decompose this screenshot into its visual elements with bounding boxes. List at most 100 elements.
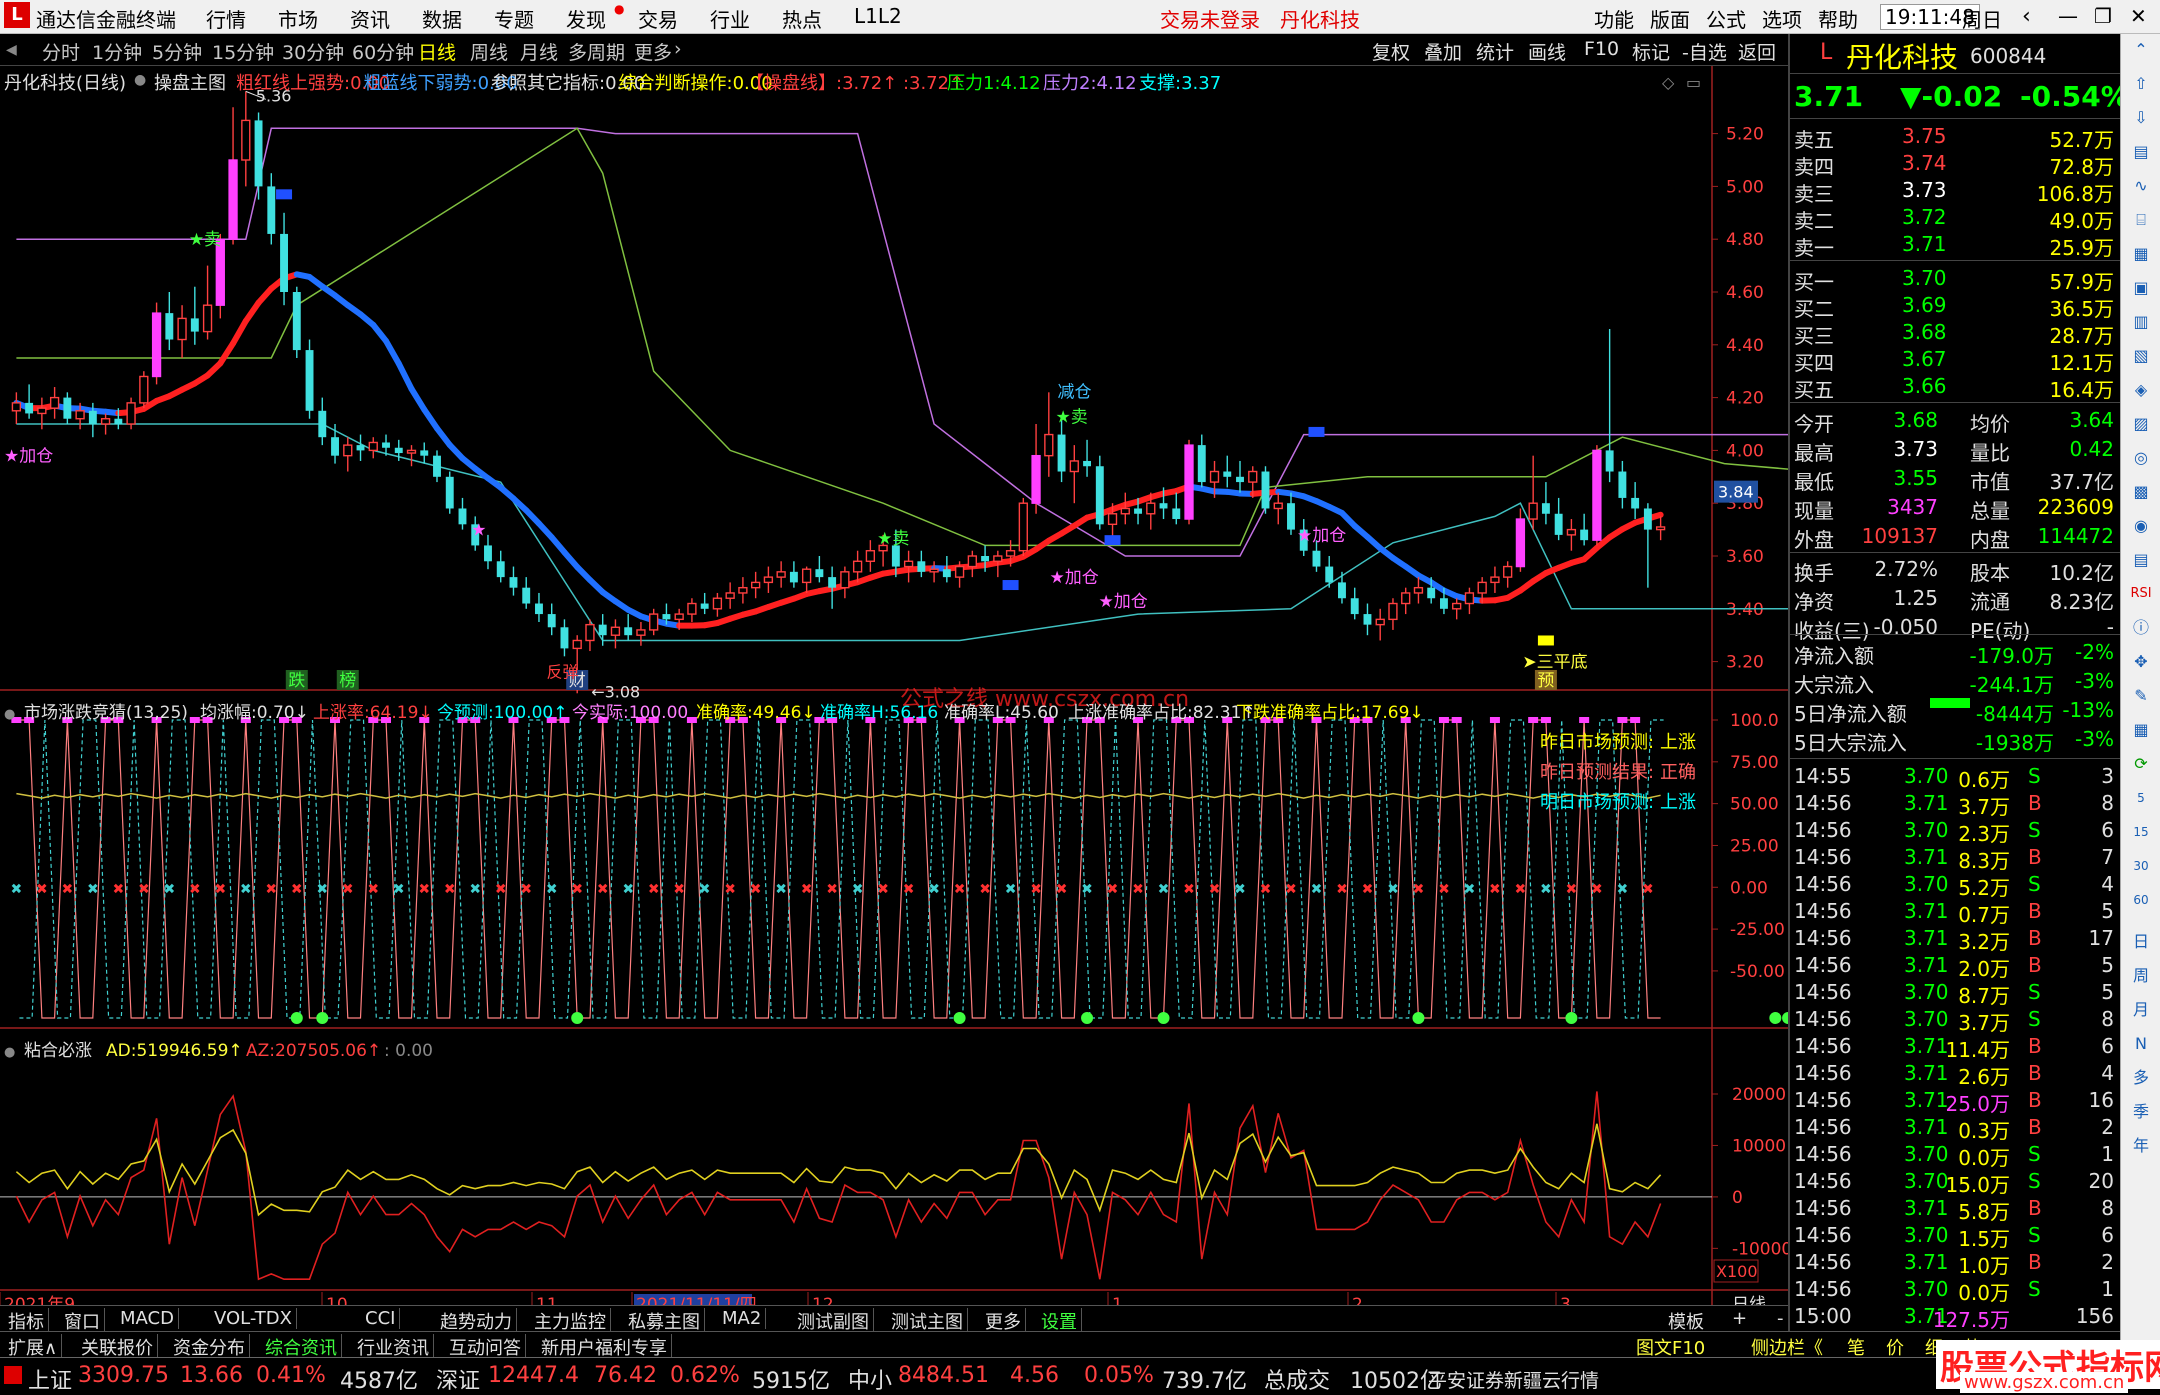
tick-row[interactable]: 14:56 3.70 8.7万 S 5 — [1790, 980, 2120, 1008]
collapse-icon[interactable]: ◀ — [6, 42, 17, 58]
bid-row[interactable]: 买三 3.68 28.7万 — [1790, 320, 2120, 348]
ask-row[interactable]: 卖二 3.72 49.0万 — [1790, 205, 2120, 233]
indicator-tab[interactable]: VOL-TDX — [210, 1308, 297, 1329]
zx-label[interactable]: 中小 — [848, 1363, 892, 1395]
period-tab[interactable]: 1分钟 — [92, 38, 142, 65]
ask-row[interactable]: 卖五 3.75 52.7万 — [1790, 124, 2120, 152]
compare-icon[interactable]: ▩ — [2129, 480, 2153, 504]
menu-news[interactable]: 资讯 — [350, 4, 390, 33]
template-btn[interactable]: - — [1777, 1308, 1784, 1329]
toolbar-btn[interactable]: -自选 — [1682, 38, 1727, 65]
period-year-btn[interactable]: 年 — [2129, 1134, 2153, 1158]
tick-detail-icon[interactable]: ▦ — [2129, 242, 2153, 266]
ranking-icon[interactable]: ▤ — [2129, 548, 2153, 572]
tick-row[interactable]: 14:56 3.71 0.7万 B 5 — [1790, 899, 2120, 927]
main-indicator-name[interactable]: 操盘主图 — [154, 69, 226, 95]
flow-row[interactable]: 大宗流入 -244.1万 -3% — [1790, 669, 2120, 697]
stat-row[interactable]: 最低 3.55 市值 37.7亿 — [1790, 466, 2120, 494]
fund-icon[interactable]: ◎ — [2129, 446, 2153, 470]
tick-row[interactable]: 14:56 3.71 2.6万 B 4 — [1790, 1061, 2120, 1089]
period-tab[interactable]: 周线 — [470, 38, 508, 65]
toolbar-btn[interactable]: F10 — [1584, 38, 1619, 60]
toolbar-btn[interactable]: 画线 — [1528, 38, 1566, 65]
minimize-icon[interactable]: — — [2058, 4, 2078, 28]
stats-icon[interactable]: ▦ — [2129, 718, 2153, 742]
ask-row[interactable]: 卖三 3.73 106.8万 — [1790, 178, 2120, 206]
move-icon[interactable]: ✥ — [2129, 650, 2153, 674]
period-tab[interactable]: 分时 — [42, 38, 80, 65]
collapse-up-icon[interactable]: ⌃ — [2129, 38, 2153, 62]
tick-row[interactable]: 14:56 3.71 11.4万 B 6 — [1790, 1034, 2120, 1062]
period-tab-more[interactable]: 更多 — [634, 38, 672, 65]
period-tab-active[interactable]: 日线 — [418, 38, 456, 65]
sz-label[interactable]: 深证 — [436, 1363, 480, 1395]
menu-layout[interactable]: 版面 — [1650, 4, 1690, 33]
menu-l1l2[interactable]: L1L2 — [854, 4, 902, 28]
level2-icon[interactable]: ▨ — [2129, 412, 2153, 436]
period-multi-btn[interactable]: 多 — [2129, 1066, 2153, 1090]
menu-market[interactable]: 市场 — [278, 4, 318, 33]
period-tab[interactable]: 15分钟 — [212, 38, 274, 65]
flow-row[interactable]: 5日大宗流入 -1938万 -3% — [1790, 727, 2120, 755]
period-tab[interactable]: 30分钟 — [282, 38, 344, 65]
period-15-icon[interactable]: 15 — [2129, 820, 2153, 844]
toolbar-btn[interactable]: 复权 — [1372, 38, 1410, 65]
tick-row[interactable]: 14:56 3.70 5.2万 S 4 — [1790, 872, 2120, 900]
sh-label[interactable]: 上证 — [28, 1363, 72, 1395]
menu-industry[interactable]: 行业 — [710, 4, 750, 33]
stat-row[interactable]: 净资 1.25 流通 8.23亿 — [1790, 586, 2120, 614]
restore-icon[interactable]: ❐ — [2094, 4, 2112, 28]
kline-icon[interactable]: ⌸ — [2129, 208, 2153, 232]
info-icon[interactable]: ⓘ — [2129, 616, 2153, 640]
chart-area[interactable]: 5.205.004.804.604.404.204.003.803.603.40… — [0, 66, 1788, 1314]
tick-row[interactable]: 14:56 3.70 2.3万 S 6 — [1790, 818, 2120, 846]
bid-row[interactable]: 买四 3.67 12.1万 — [1790, 347, 2120, 375]
bid-row[interactable]: 买一 3.70 57.9万 — [1790, 266, 2120, 294]
login-status[interactable]: 交易未登录 — [1160, 4, 1260, 33]
ask-row[interactable]: 卖四 3.74 72.8万 — [1790, 151, 2120, 179]
rsi-icon[interactable]: RSI — [2129, 582, 2153, 606]
refresh-icon[interactable]: ⟳ — [2129, 752, 2153, 776]
period-week-btn[interactable]: 周 — [2129, 964, 2153, 988]
period-day-btn[interactable]: 日 — [2129, 930, 2153, 954]
menu-formula[interactable]: 公式 — [1706, 4, 1746, 33]
bid-row[interactable]: 买二 3.69 36.5万 — [1790, 293, 2120, 321]
toolbar-btn[interactable]: 返回 — [1738, 38, 1776, 65]
tick-row[interactable]: 14:56 3.70 15.0万 S 20 — [1790, 1169, 2120, 1197]
tick-row[interactable]: 14:56 3.70 3.7万 S 8 — [1790, 1007, 2120, 1035]
period-month-btn[interactable]: 月 — [2129, 998, 2153, 1022]
tick-row[interactable]: 14:56 3.71 5.8万 B 8 — [1790, 1196, 2120, 1224]
back-arrow-icon[interactable]: ‹ — [2022, 4, 2031, 29]
tick-row[interactable]: 14:56 3.70 1.5万 S 6 — [1790, 1223, 2120, 1251]
menu-discover[interactable]: 发现 — [566, 4, 606, 33]
close-icon[interactable]: ✕ — [2130, 4, 2147, 28]
period-tab[interactable]: 月线 — [520, 38, 558, 65]
period-n-btn[interactable]: N — [2129, 1032, 2153, 1056]
menu-quote[interactable]: 行情 — [206, 4, 246, 33]
period-tab[interactable]: 多周期 — [568, 38, 625, 65]
tick-row[interactable]: 14:56 3.71 25.0万 B 16 — [1790, 1088, 2120, 1116]
sector-icon[interactable]: ◈ — [2129, 378, 2153, 402]
period-5-icon[interactable]: 5 — [2129, 786, 2153, 810]
tick-row[interactable]: 14:56 3.71 0.3万 B 2 — [1790, 1115, 2120, 1143]
quote-list-icon[interactable]: ▤ — [2129, 140, 2153, 164]
f10-icon[interactable]: ▣ — [2129, 276, 2153, 300]
tick-row[interactable]: 15:00 3.71 127.5万 156 — [1790, 1304, 2120, 1332]
finance-icon[interactable]: ▥ — [2129, 310, 2153, 334]
menu-help[interactable]: 帮助 — [1818, 4, 1858, 33]
tick-row[interactable]: 14:56 3.71 2.0万 B 5 — [1790, 953, 2120, 981]
up-arrow-icon[interactable]: ⇧ — [2129, 72, 2153, 96]
tick-row[interactable]: 14:56 3.71 3.7万 B 8 — [1790, 791, 2120, 819]
menu-data[interactable]: 数据 — [422, 4, 462, 33]
flow-row[interactable]: 净流入额 -179.0万 -2% — [1790, 640, 2120, 668]
period-season-btn[interactable]: 季 — [2129, 1100, 2153, 1124]
minute-chart-icon[interactable]: ∿ — [2129, 174, 2153, 198]
stat-row[interactable]: 外盘 109137 内盘 114472 — [1790, 524, 2120, 552]
toolbar-btn[interactable]: 标记 — [1632, 38, 1670, 65]
toolbar-btn[interactable]: 叠加 — [1424, 38, 1462, 65]
tick-row[interactable]: 14:56 3.71 8.3万 B 7 — [1790, 845, 2120, 873]
tick-row[interactable]: 14:56 3.71 1.0万 B 2 — [1790, 1250, 2120, 1278]
period-tab[interactable]: 5分钟 — [152, 38, 202, 65]
period-tab[interactable]: 60分钟 — [352, 38, 414, 65]
template-btn[interactable]: + — [1732, 1308, 1747, 1329]
